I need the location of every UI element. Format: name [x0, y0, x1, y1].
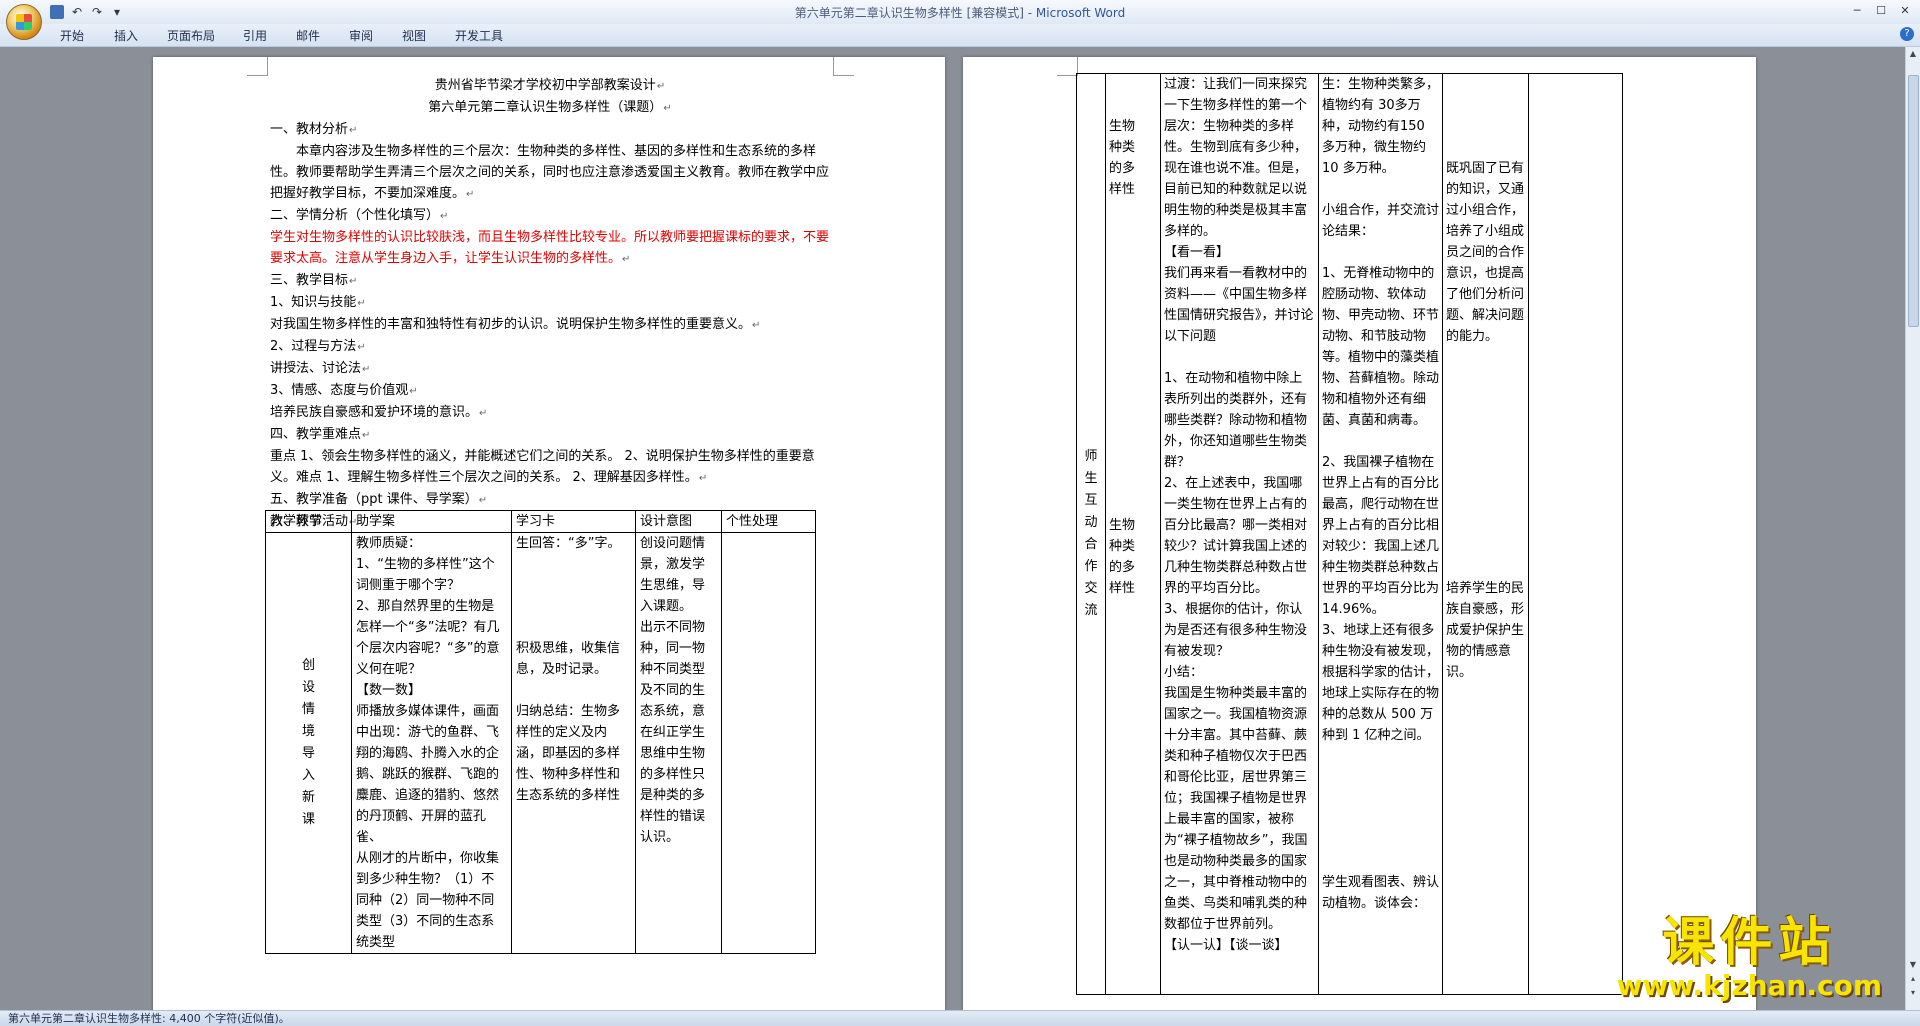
- scrollbar-thumb[interactable]: [1908, 75, 1919, 327]
- ribbon-tabs: 开始 插入 页面布局 引用 邮件 审阅 视图 开发工具: [0, 24, 1920, 47]
- paragraph: 1、知识与技能↵: [270, 295, 366, 310]
- help-icon[interactable]: ?: [1900, 27, 1914, 41]
- status-bar: 第六单元第二章认识生物多样性: 4,400 个字符(近似值)。: [0, 1010, 1920, 1026]
- scroll-up-icon[interactable]: ▲: [1908, 49, 1918, 59]
- header-cell: 设计意图: [635, 510, 722, 533]
- tab-page-layout[interactable]: 页面布局: [167, 27, 215, 44]
- crop-mark: [247, 57, 268, 76]
- window-title: 第六单元第二章认识生物多样性 [兼容模式] - Microsoft Word: [794, 6, 1126, 20]
- crop-mark: [1057, 57, 1078, 76]
- stage-cell: 师生互动合作交流: [1076, 73, 1106, 995]
- tab-insert[interactable]: 插入: [114, 27, 138, 44]
- header-cell: 教学环节: [265, 510, 352, 533]
- card-cell: 生回答：“多”字。 积极思维，收集信息，及时记录。 归纳总结：生物多样性的定义及…: [511, 532, 636, 954]
- personal-cell: [721, 532, 816, 954]
- header-cell: 助学案: [351, 510, 512, 533]
- doc-title-2: 第六单元第二章认识生物多样性（课题）↵: [428, 100, 672, 115]
- scroll-down-icon[interactable]: ▼: [1908, 960, 1918, 970]
- table-header-row: 教学环节 助学案 学习卡 设计意图 个性处理: [265, 510, 816, 533]
- table-row: 创设情境导入新课 教师质疑： 1、“生物的多样性”这个词侧重于哪个字？ 2、那自…: [265, 532, 816, 954]
- sub-stage-label-1: 生物种类的多样性: [1109, 119, 1136, 197]
- window-controls: ─ ☐ ✕: [1846, 2, 1916, 20]
- sub-stage-cell: 生物种类的多样性 生物种类的多样性: [1105, 73, 1161, 995]
- paragraph: 对我国生物多样性的丰富和独特性有初步的认识。说明保护生物多样性的重要意义。↵: [270, 317, 761, 332]
- tab-view[interactable]: 视图: [402, 27, 426, 44]
- paragraph: 3、情感、态度与价值观↵: [270, 383, 418, 398]
- office-logo-icon: [16, 14, 32, 30]
- paragraph: 三、教学目标↵: [270, 273, 358, 288]
- tab-references[interactable]: 引用: [243, 27, 267, 44]
- paragraph: 讲授法、讨论法↵: [270, 361, 371, 376]
- paragraph: 本章内容涉及生物多样性的三个层次：生物种类的多样性、基因的多样性和生态系统的多样…: [270, 144, 830, 201]
- page-2: 师生互动合作交流 生物种类的多样性 生物种类的多样性 过渡：让我们一同来探究一下…: [963, 57, 1756, 1010]
- page-1-paragraphs: 一、教材分析↵ 本章内容涉及生物多样性的三个层次：生物种类的多样性、基因的多样性和…: [270, 119, 830, 533]
- maximize-icon[interactable]: ☐: [1870, 2, 1892, 20]
- stage-cell: 创设情境导入新课: [265, 532, 352, 954]
- word-count-status[interactable]: 第六单元第二章认识生物多样性: 4,400 个字符(近似值)。: [8, 1011, 290, 1026]
- crop-mark: [833, 57, 854, 76]
- header-cell: 个性处理: [721, 510, 816, 533]
- tab-developer[interactable]: 开发工具: [455, 27, 503, 44]
- paragraph: 培养民族自豪感和爱护环境的意识。↵: [270, 405, 488, 420]
- document-area: 贵州省毕节梁才学校初中学部教案设计↵ 第六单元第二章认识生物多样性（课题）↵ 一…: [0, 47, 1906, 1010]
- title-bar: ↶ ↷ ▾ 第六单元第二章认识生物多样性 [兼容模式] - Microsoft …: [0, 0, 1920, 25]
- next-page-icon[interactable]: ▾: [1908, 988, 1918, 998]
- paragraph: 重点 1、领会生物多样性的涵义，并能概述它们之间的关系。 2、说明保护生物多样性…: [270, 449, 815, 485]
- tab-review[interactable]: 审阅: [349, 27, 373, 44]
- design-cell: 既巩固了已有的知识，又通过小组合作，培养了小组成员之间的合作意识，也提高了他们分…: [1442, 73, 1529, 995]
- personal-cell: [1528, 73, 1623, 995]
- paragraph: 2、过程与方法↵: [270, 339, 366, 354]
- table-row: 师生互动合作交流 生物种类的多样性 生物种类的多样性 过渡：让我们一同来探究一下…: [1076, 73, 1623, 995]
- header-cell: 学习卡: [511, 510, 636, 533]
- paragraph: 四、教学重难点↵: [270, 427, 371, 442]
- office-button[interactable]: [6, 4, 42, 40]
- activity-table[interactable]: 教学环节 助学案 学习卡 设计意图 个性处理 创设情境导入新课 教师质疑： 1、…: [265, 510, 816, 954]
- page-1-content[interactable]: 贵州省毕节梁才学校初中学部教案设计↵ 第六单元第二章认识生物多样性（课题）↵ 一…: [270, 75, 830, 533]
- paragraph: 学生对生物多样性的认识比较肤浅，而且生物多样性比较专业。所以教师要把握课标的要求…: [270, 230, 830, 266]
- paragraph: 二、学情分析（个性化填写）↵: [270, 208, 449, 223]
- card-cell: 生：生物种类繁多，植物约有 30多万种，动物约有150 多万种，微生物约 10 …: [1318, 73, 1443, 995]
- assist-cell: 教师质疑： 1、“生物的多样性”这个词侧重于哪个字？ 2、那自然界里的生物是怎样…: [351, 532, 512, 954]
- tab-mailings[interactable]: 邮件: [296, 27, 320, 44]
- previous-page-icon[interactable]: ▴: [1908, 974, 1918, 984]
- vertical-scrollbar[interactable]: ▲ ▼ ▴ ▾: [1905, 47, 1920, 1010]
- close-icon[interactable]: ✕: [1894, 2, 1916, 20]
- sub-stage-label-2: 生物种类的多样性: [1109, 518, 1136, 596]
- doc-title-1: 贵州省毕节梁才学校初中学部教案设计↵: [434, 78, 666, 93]
- tab-home[interactable]: 开始: [60, 27, 84, 44]
- paragraph: 五、教学准备（ppt 课件、导学案）↵: [270, 492, 488, 507]
- activity-table-continued[interactable]: 师生互动合作交流 生物种类的多样性 生物种类的多样性 过渡：让我们一同来探究一下…: [1076, 73, 1623, 995]
- assist-cell: 过渡：让我们一同来探究一下生物多样性的第一个层次：生物种类的多样性。生物到底有多…: [1160, 73, 1319, 995]
- minimize-icon[interactable]: ─: [1846, 2, 1868, 20]
- watermark-url: www.kjzhan.com: [1616, 969, 1882, 1002]
- design-cell: 创设问题情景，激发学生思维，导入课题。 出示不同物种，同一物种不同类型及不同的生…: [635, 532, 722, 954]
- watermark-title: 课件站: [1662, 913, 1837, 973]
- page-2-table-wrap[interactable]: 师生互动合作交流 生物种类的多样性 生物种类的多样性 过渡：让我们一同来探究一下…: [1076, 73, 1623, 995]
- site-watermark: 课件站 www.kjzhan.com: [1617, 915, 1882, 1001]
- paragraph: 一、教材分析↵: [270, 122, 358, 137]
- page-1: 贵州省毕节梁才学校初中学部教案设计↵ 第六单元第二章认识生物多样性（课题）↵ 一…: [153, 57, 945, 1010]
